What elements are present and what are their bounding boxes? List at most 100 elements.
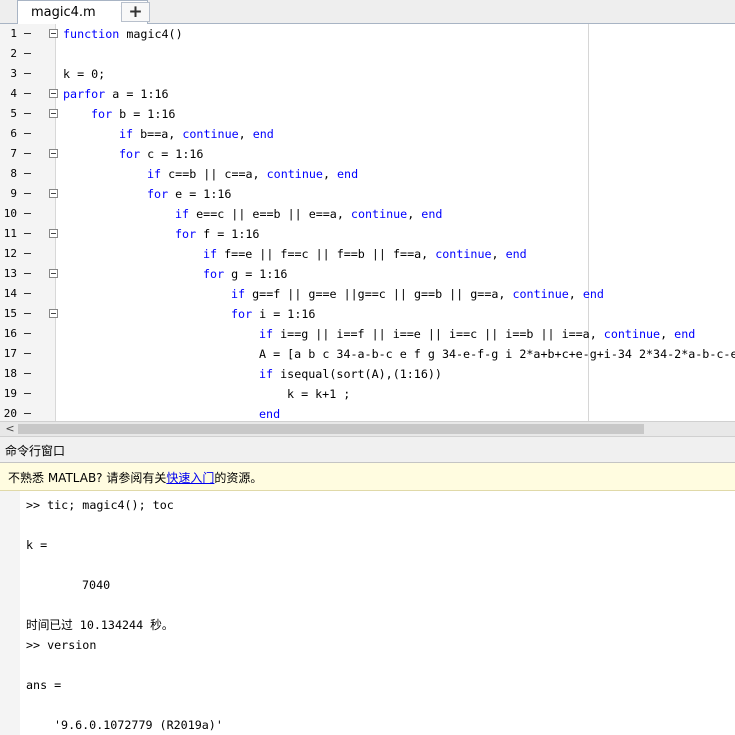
code-text[interactable]: for f = 1:16 bbox=[175, 224, 259, 244]
line-number[interactable]: 3 bbox=[0, 64, 17, 84]
breakpoint-marker[interactable] bbox=[24, 353, 31, 354]
code-text[interactable]: if f==e || f==c || f==b || f==a, continu… bbox=[203, 244, 527, 264]
breakpoint-marker[interactable] bbox=[24, 393, 31, 394]
keyword: if bbox=[119, 127, 134, 141]
code-text[interactable]: if i==g || i==f || i==e || i==c || i==b … bbox=[259, 324, 695, 344]
fold-collapse-icon[interactable] bbox=[49, 269, 58, 278]
code-line[interactable]: 11 for f = 1:16 bbox=[0, 224, 735, 244]
fold-collapse-icon[interactable] bbox=[49, 189, 58, 198]
breakpoint-marker[interactable] bbox=[24, 73, 31, 74]
breakpoint-marker[interactable] bbox=[24, 313, 31, 314]
fold-collapse-icon[interactable] bbox=[49, 29, 58, 38]
breakpoint-marker[interactable] bbox=[24, 173, 31, 174]
code-line[interactable]: 20 end bbox=[0, 404, 735, 421]
code-line[interactable]: 16 if i==g || i==f || i==e || i==c || i==… bbox=[0, 324, 735, 344]
code-text[interactable]: A = [a b c 34-a-b-c e f g 34-e-f-g i 2*a… bbox=[259, 344, 735, 364]
code-text[interactable]: for g = 1:16 bbox=[203, 264, 287, 284]
code-text[interactable]: if g==f || g==e ||g==c || g==b || g==a, … bbox=[231, 284, 604, 304]
line-number[interactable]: 2 bbox=[0, 44, 17, 64]
code-line[interactable]: 13 for g = 1:16 bbox=[0, 264, 735, 284]
code-text[interactable]: for c = 1:16 bbox=[119, 144, 203, 164]
line-number[interactable]: 6 bbox=[0, 124, 17, 144]
fold-collapse-icon[interactable] bbox=[49, 309, 58, 318]
breakpoint-marker[interactable] bbox=[24, 113, 31, 114]
code-text[interactable]: for e = 1:16 bbox=[147, 184, 231, 204]
line-number[interactable]: 11 bbox=[0, 224, 17, 244]
code-line[interactable]: 17 A = [a b c 34-a-b-c e f g 34-e-f-g i 2… bbox=[0, 344, 735, 364]
breakpoint-marker[interactable] bbox=[24, 213, 31, 214]
line-number[interactable]: 18 bbox=[0, 364, 17, 384]
fold-collapse-icon[interactable] bbox=[49, 229, 58, 238]
breakpoint-marker[interactable] bbox=[24, 193, 31, 194]
code-line[interactable]: 4 parfor a = 1:16 bbox=[0, 84, 735, 104]
breakpoint-marker[interactable] bbox=[24, 233, 31, 234]
code-text[interactable]: parfor a = 1:16 bbox=[63, 84, 169, 104]
code-line[interactable]: 6 if b==a, continue, end bbox=[0, 124, 735, 144]
code-line[interactable]: 12 if f==e || f==c || f==b || f==a, conti… bbox=[0, 244, 735, 264]
line-number[interactable]: 4 bbox=[0, 84, 17, 104]
fold-collapse-icon[interactable] bbox=[49, 109, 58, 118]
line-number[interactable]: 19 bbox=[0, 384, 17, 404]
scrollbar-thumb[interactable] bbox=[18, 424, 644, 434]
line-number[interactable]: 15 bbox=[0, 304, 17, 324]
breakpoint-marker[interactable] bbox=[24, 93, 31, 94]
fold-collapse-icon[interactable] bbox=[49, 89, 58, 98]
code-line[interactable]: 1 function magic4() bbox=[0, 24, 735, 44]
banner-prefix: 不熟悉 MATLAB? 请参阅有关 bbox=[8, 471, 167, 485]
code-text[interactable]: for i = 1:16 bbox=[231, 304, 315, 324]
code-text[interactable]: end bbox=[259, 404, 280, 421]
code-line[interactable]: 14 if g==f || g==e ||g==c || g==b || g==a… bbox=[0, 284, 735, 304]
code-text[interactable]: if isequal(sort(A),(1:16)) bbox=[259, 364, 442, 384]
code-line[interactable]: 15 for i = 1:16 bbox=[0, 304, 735, 324]
fold-collapse-icon[interactable] bbox=[49, 149, 58, 158]
code-line[interactable]: 2 bbox=[0, 44, 735, 64]
breakpoint-marker[interactable] bbox=[24, 413, 31, 414]
code-text[interactable]: if e==c || e==b || e==a, continue, end bbox=[175, 204, 442, 224]
line-number[interactable]: 16 bbox=[0, 324, 17, 344]
code-text[interactable]: k = 0; bbox=[63, 64, 105, 84]
command-window-output[interactable]: >> tic; magic4(); toc k = 7040 时间已过 10.1342… bbox=[0, 491, 735, 735]
breakpoint-marker[interactable] bbox=[24, 33, 31, 34]
new-tab-button[interactable]: + bbox=[121, 2, 150, 22]
line-number[interactable]: 5 bbox=[0, 104, 17, 124]
line-number[interactable]: 1 bbox=[0, 24, 17, 44]
code-line[interactable]: 3 k = 0; bbox=[0, 64, 735, 84]
scroll-left-icon[interactable]: < bbox=[4, 422, 16, 436]
line-number[interactable]: 10 bbox=[0, 204, 17, 224]
code-text[interactable]: if b==a, continue, end bbox=[119, 124, 274, 144]
line-number[interactable]: 13 bbox=[0, 264, 17, 284]
code-line[interactable]: 10 if e==c || e==b || e==a, continue, end bbox=[0, 204, 735, 224]
code-line[interactable]: 9 for e = 1:16 bbox=[0, 184, 735, 204]
line-number[interactable]: 8 bbox=[0, 164, 17, 184]
getting-started-link[interactable]: 快速入门 bbox=[166, 471, 214, 485]
breakpoint-marker[interactable] bbox=[24, 153, 31, 154]
line-number[interactable]: 14 bbox=[0, 284, 17, 304]
code-line[interactable]: 18 if isequal(sort(A),(1:16)) bbox=[0, 364, 735, 384]
command-window-title: 命令行窗口 bbox=[5, 444, 66, 458]
code-text[interactable]: for b = 1:16 bbox=[91, 104, 175, 124]
line-number[interactable]: 9 bbox=[0, 184, 17, 204]
code-text[interactable]: if c==b || c==a, continue, end bbox=[147, 164, 358, 184]
line-number[interactable]: 12 bbox=[0, 244, 17, 264]
code-line[interactable]: 5 for b = 1:16 bbox=[0, 104, 735, 124]
code-text[interactable]: k = k+1 ; bbox=[287, 384, 350, 404]
code-line[interactable]: 7 for c = 1:16 bbox=[0, 144, 735, 164]
code-editor[interactable]: 1 function magic4() 2 3 k = 0; 4 parfor a = 1:… bbox=[0, 24, 735, 421]
breakpoint-marker[interactable] bbox=[24, 373, 31, 374]
breakpoint-marker[interactable] bbox=[24, 53, 31, 54]
breakpoint-marker[interactable] bbox=[24, 293, 31, 294]
line-number[interactable]: 20 bbox=[0, 404, 17, 421]
code-token: b = 1:16 bbox=[112, 107, 176, 121]
code-token: c==b || c==a, bbox=[161, 167, 267, 181]
breakpoint-marker[interactable] bbox=[24, 133, 31, 134]
code-line[interactable]: 19 k = k+1 ; bbox=[0, 384, 735, 404]
horizontal-scrollbar[interactable]: < bbox=[0, 421, 735, 437]
breakpoint-marker[interactable] bbox=[24, 333, 31, 334]
code-line[interactable]: 8 if c==b || c==a, continue, end bbox=[0, 164, 735, 184]
breakpoint-marker[interactable] bbox=[24, 253, 31, 254]
line-number[interactable]: 17 bbox=[0, 344, 17, 364]
code-text[interactable]: function magic4() bbox=[63, 24, 183, 44]
line-number[interactable]: 7 bbox=[0, 144, 17, 164]
breakpoint-marker[interactable] bbox=[24, 273, 31, 274]
code-token: , bbox=[322, 167, 338, 181]
